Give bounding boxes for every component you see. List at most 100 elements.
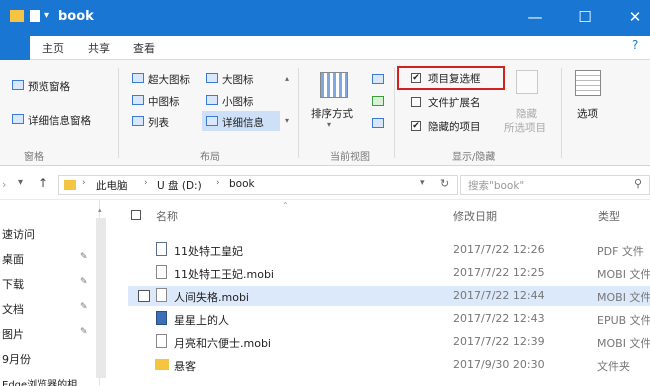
layout-small-icons[interactable]: 小图标 [222,94,254,109]
table-row[interactable]: 11处特工王妃.mobi 2017/7/22 12:25 MOBI 文件 [128,263,650,283]
file-name: 悬客 [174,360,196,373]
sort-dropdown-icon[interactable]: ▾ [327,120,331,129]
file-name: 月亮和六便士.mobi [174,337,271,350]
nav-scrollbar[interactable] [96,218,106,378]
close-icon[interactable]: ✕ [620,6,650,28]
nav-item-desktop[interactable]: 桌面 [2,251,24,267]
layout-scroll-up-icon[interactable]: ▴ [285,74,289,83]
table-row[interactable]: 11处特工皇妃 2017/7/22 12:26 PDF 文件 [128,240,650,260]
file-icon [156,288,167,302]
large-icons-icon [206,73,218,83]
quick-access-dropdown-icon[interactable]: ▾ [44,10,49,21]
layout-more-icon[interactable]: ▾ [285,116,289,125]
file-tab[interactable] [0,36,30,60]
nav-item-september[interactable]: 9月份 [2,351,31,367]
pin-icon: ✎ [80,252,88,262]
layout-group-label: 布局 [200,152,220,163]
add-columns-icon[interactable] [372,96,384,106]
hide-selected-button[interactable]: 隐藏 [516,106,537,121]
preview-pane-icon [12,80,24,90]
recent-dropdown-icon[interactable]: ▾ [18,177,23,188]
small-icons-icon [206,95,218,105]
file-date: 2017/7/22 12:43 [453,312,545,325]
file-type: EPUB 文件 [597,314,650,327]
quick-access-icon[interactable] [30,10,40,22]
help-icon[interactable]: ? [632,38,638,52]
details-pane-button[interactable]: 详细信息窗格 [28,113,91,128]
size-columns-icon[interactable] [372,118,384,128]
file-type: MOBI 文件 [597,291,650,304]
nav-item-pictures[interactable]: 图片 [2,326,24,342]
tab-share[interactable]: 共享 [88,40,110,56]
extra-large-icons-icon [132,73,144,83]
breadcrumb-book[interactable]: book [229,178,255,190]
ribbon: 预览窗格 详细信息窗格 窗格 超大图标 大图标 中图标 小图标 列表 详细信息 … [0,60,650,166]
breadcrumb-separator-icon: › [144,178,148,188]
address-dropdown-icon[interactable]: ▾ [420,178,425,188]
minimize-icon[interactable]: — [520,6,550,28]
hidden-items-checkbox[interactable]: ✔ [411,121,421,131]
table-row[interactable]: 悬客 2017/9/30 20:30 文件夹 [128,355,650,375]
file-type: PDF 文件 [597,245,644,258]
layout-details[interactable]: 详细信息 [222,115,264,130]
current-view-group-label: 当前视图 [330,152,370,163]
divider [118,68,119,158]
column-header-date[interactable]: 修改日期 [453,208,497,224]
ribbon-tabs: 主页 共享 查看 ? [0,36,650,60]
nav-item-edge[interactable]: Edge浏览器的相 [2,376,77,386]
search-input[interactable]: 搜索"book" [468,178,524,193]
scroll-up-icon[interactable]: ▴ [98,206,102,214]
options-button[interactable]: 选项 [577,106,598,121]
hide-selected-button-line2: 所选项目 [504,122,546,134]
layout-large-icons[interactable]: 大图标 [222,72,254,87]
tab-view[interactable]: 查看 [133,40,155,56]
divider [298,68,299,158]
column-header-name[interactable]: 名称 [156,208,178,224]
nav-item-downloads[interactable]: 下载 [2,276,24,292]
breadcrumb-this-pc[interactable]: 此电脑 [96,178,128,193]
table-row[interactable]: 月亮和六便士.mobi 2017/7/22 12:39 MOBI 文件 [128,332,650,352]
list-icon [132,116,144,126]
panes-group-label: 窗格 [24,152,44,163]
file-name: 11处特工皇妃 [174,245,243,258]
folder-icon [10,10,24,22]
up-icon[interactable]: ↑ [38,176,48,190]
folder-icon [64,180,76,190]
table-row[interactable]: 星星上的人 2017/7/22 12:43 EPUB 文件 [128,309,650,329]
file-extensions-label: 文件扩展名 [428,97,481,109]
preview-pane-button[interactable]: 预览窗格 [28,79,70,94]
breadcrumb-separator-icon: › [82,178,86,188]
show-hide-group-label: 显示/隐藏 [452,152,496,163]
sort-by-button[interactable]: 排序方式 [311,106,353,121]
refresh-icon[interactable]: ↻ [440,177,449,190]
tab-home[interactable]: 主页 [42,40,64,56]
divider [561,68,562,158]
nav-item-documents[interactable]: 文档 [2,301,24,317]
file-extensions-checkbox[interactable] [411,97,421,107]
back-icon[interactable]: › [2,178,6,191]
details-icon [206,116,218,126]
hidden-items-label: 隐藏的项目 [428,121,481,133]
table-row-selected[interactable]: 人间失格.mobi 2017/7/22 12:44 MOBI 文件 [128,286,650,306]
file-date: 2017/7/22 12:25 [453,266,545,279]
options-icon [575,70,601,96]
nav-item-quick-access[interactable]: 速访问 [2,226,35,242]
layout-list[interactable]: 列表 [148,115,169,130]
row-checkbox[interactable] [138,290,150,302]
sort-arrow-icon: ⌃ [282,201,289,210]
pin-icon: ✎ [80,302,88,312]
layout-medium-icons[interactable]: 中图标 [148,94,180,109]
search-icon[interactable]: ⚲ [634,177,642,190]
breadcrumb-usb-drive[interactable]: U 盘 (D:) [157,178,202,193]
file-type: MOBI 文件 [597,268,650,281]
sort-by-icon [320,72,348,98]
file-type: MOBI 文件 [597,337,650,350]
maximize-icon[interactable]: ☐ [570,6,600,28]
column-header-type[interactable]: 类型 [598,208,620,224]
file-date: 2017/9/30 20:30 [453,358,545,371]
details-pane-icon [12,114,24,124]
group-by-icon[interactable] [372,74,384,84]
layout-extra-large-icons[interactable]: 超大图标 [148,72,190,87]
select-all-checkbox[interactable] [131,210,141,220]
item-checkboxes-highlight [397,66,505,90]
